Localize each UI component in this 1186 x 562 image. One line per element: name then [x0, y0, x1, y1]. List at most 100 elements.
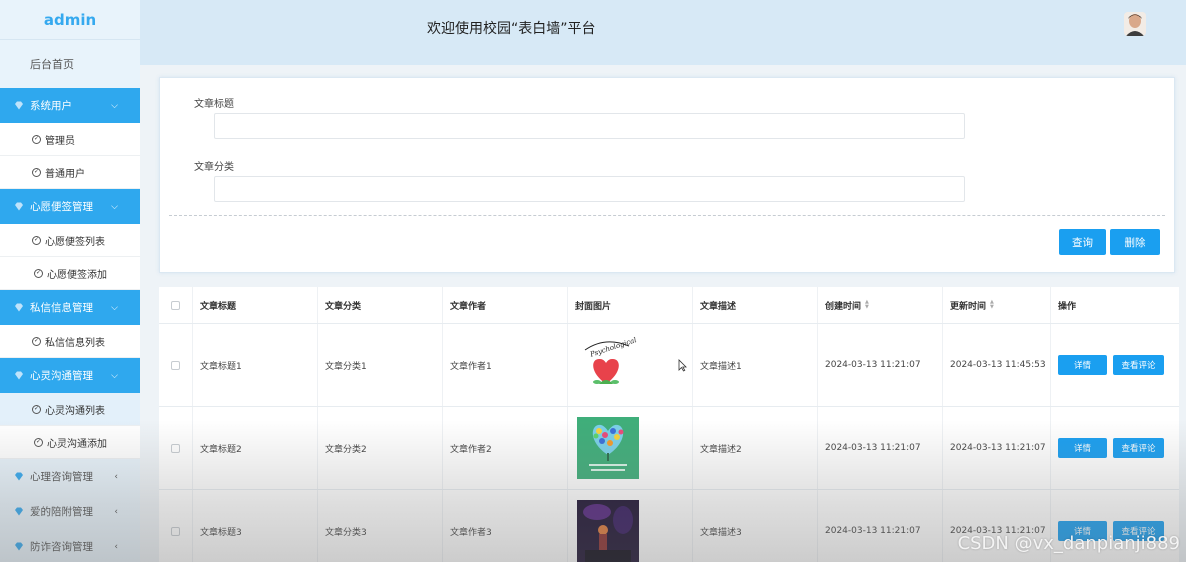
sidebar-item-label: 心愿便签添加	[47, 269, 107, 281]
sidebar-group-anti-fraud[interactable]: 防诈咨询管理 ‹	[0, 529, 140, 562]
avatar[interactable]	[1124, 12, 1146, 36]
diamond-icon	[14, 542, 24, 552]
detail-button[interactable]: 详情	[1058, 438, 1107, 458]
cover-image-heart-logo: Psychological	[575, 334, 637, 396]
mouse-cursor-icon	[678, 359, 687, 375]
row-checkbox-cell	[159, 407, 193, 489]
row-checkbox[interactable]	[171, 360, 180, 370]
sort-icon[interactable]: ▲ ▼	[990, 300, 994, 310]
divider	[169, 215, 1165, 216]
column-header: 文章描述	[693, 287, 818, 323]
sort-icon[interactable]: ▲ ▼	[865, 300, 869, 310]
cell-description: 文章描述1	[693, 324, 818, 406]
sidebar-group-counseling[interactable]: 心理咨询管理 ‹	[0, 459, 140, 494]
chevron-left-icon: ‹	[114, 541, 118, 552]
sidebar-group-label: 爱的陪附管理	[30, 506, 93, 518]
sidebar-item-label: 心灵沟通列表	[45, 405, 105, 417]
diamond-icon	[14, 507, 24, 517]
sidebar-group-label: 系统用户	[30, 100, 72, 112]
row-checkbox[interactable]	[171, 526, 180, 536]
cell-created: 2024-03-13 11:21:07	[818, 490, 943, 562]
table-header: 文章标题 文章分类 文章作者 封面图片 文章描述 创建时间 ▲ ▼ 更新时间 ▲ ▼ 操…	[159, 287, 1179, 324]
sidebar-item-talk-list[interactable]: ✓ 心灵沟通列表	[0, 393, 140, 426]
column-header-created[interactable]: 创建时间 ▲ ▼	[818, 287, 943, 323]
sidebar-item-message-list[interactable]: ✓ 私信信息列表	[0, 325, 140, 358]
cell-cover: Psychological	[568, 324, 693, 406]
title-search-input[interactable]	[214, 113, 965, 139]
cell-author: 文章作者1	[443, 324, 568, 406]
sidebar-item-admin[interactable]: ✓ 管理员	[0, 123, 140, 156]
cell-author: 文章作者3	[443, 490, 568, 562]
article-table: 文章标题 文章分类 文章作者 封面图片 文章描述 创建时间 ▲ ▼ 更新时间 ▲ ▼ 操…	[159, 287, 1179, 562]
chevron-down-icon: ⌵	[111, 370, 118, 381]
column-header-label: 创建时间	[825, 301, 862, 312]
detail-button[interactable]: 详情	[1058, 355, 1107, 375]
cell-created: 2024-03-13 11:21:07	[818, 324, 943, 406]
sidebar-group-label: 私信信息管理	[30, 302, 93, 314]
sidebar-item-home[interactable]: 后台首页	[0, 40, 140, 88]
sidebar-item-label: 心愿便签列表	[45, 236, 105, 248]
check-circle-icon: ✓	[34, 268, 43, 278]
sidebar-group-heart-talk[interactable]: 心灵沟通管理 ⌵	[0, 358, 140, 393]
column-header: 操作	[1058, 301, 1077, 312]
check-circle-icon: ✓	[32, 134, 41, 144]
diamond-icon	[14, 371, 24, 381]
brand-logo: admin	[0, 0, 140, 40]
sidebar-item-label: 普通用户	[45, 168, 85, 180]
cell-cover	[568, 407, 693, 489]
delete-button[interactable]: 删除	[1110, 229, 1160, 255]
select-all-checkbox[interactable]	[171, 300, 180, 310]
column-header-label: 更新时间	[950, 301, 987, 312]
cell-category: 文章分类3	[318, 490, 443, 562]
query-button[interactable]: 查询	[1059, 229, 1106, 255]
cell-title: 文章标题1	[193, 324, 318, 406]
sidebar-item-talk-add[interactable]: ✓ 心灵沟通添加	[0, 426, 140, 459]
check-circle-icon: ✓	[34, 437, 43, 447]
chevron-left-icon: ‹	[114, 471, 118, 482]
sidebar-group-system-users[interactable]: 系统用户 ⌵	[0, 88, 140, 123]
title-field-label: 文章标题	[194, 99, 234, 110]
diamond-icon	[14, 472, 24, 482]
column-header-updated[interactable]: 更新时间 ▲ ▼	[943, 287, 1051, 323]
cell-cover	[568, 490, 693, 562]
cover-image-green-heart-tree	[577, 417, 639, 479]
column-header: 文章标题	[193, 287, 318, 323]
sidebar-group-messages[interactable]: 私信信息管理 ⌵	[0, 290, 140, 325]
check-circle-icon: ✓	[32, 235, 41, 245]
cell-author: 文章作者2	[443, 407, 568, 489]
header-checkbox-cell	[159, 287, 193, 323]
sidebar-group-wish-notes[interactable]: 心愿便签管理 ⌵	[0, 189, 140, 224]
cell-category: 文章分类2	[318, 407, 443, 489]
check-circle-icon: ✓	[32, 404, 41, 414]
row-checkbox-cell	[159, 490, 193, 562]
watermark: CSDN @vx_danpianji889	[957, 533, 1180, 554]
sidebar-item-users[interactable]: ✓ 普通用户	[0, 156, 140, 189]
chevron-left-icon: ‹	[114, 506, 118, 517]
view-comments-button[interactable]: 查看评论	[1113, 355, 1164, 375]
table-row: 文章标题2 文章分类2 文章作者2 文章描述2 2024-03-13 11:21…	[159, 407, 1179, 490]
cell-title: 文章标题3	[193, 490, 318, 562]
sidebar-item-label: 管理员	[45, 135, 75, 147]
check-circle-icon: ✓	[32, 167, 41, 177]
sidebar-group-companion[interactable]: 爱的陪附管理 ‹	[0, 494, 140, 529]
sidebar-item-wish-list[interactable]: ✓ 心愿便签列表	[0, 224, 140, 257]
sidebar-group-label: 防诈咨询管理	[30, 541, 93, 553]
row-checkbox[interactable]	[171, 443, 180, 453]
top-header: 欢迎使用校园“表白墙”平台	[140, 0, 1186, 65]
sidebar: admin 后台首页 系统用户 ⌵ ✓ 管理员 ✓ 普通用户 心愿便签管理 ⌵ ✓ 心…	[0, 0, 140, 562]
sidebar-item-label: 心灵沟通添加	[47, 438, 107, 450]
table-row: 文章标题1 文章分类1 文章作者1 Psychological 文章描述1 20…	[159, 324, 1179, 407]
view-comments-button[interactable]: 查看评论	[1113, 438, 1164, 458]
sidebar-item-wish-add[interactable]: ✓ 心愿便签添加	[0, 257, 140, 290]
diamond-icon	[14, 202, 24, 212]
cover-image-dark-concert	[577, 500, 639, 562]
check-circle-icon: ✓	[32, 336, 41, 346]
cell-created: 2024-03-13 11:21:07	[818, 407, 943, 489]
sidebar-group-label: 心灵沟通管理	[30, 370, 93, 382]
cell-actions: 详情 查看评论	[1051, 407, 1179, 489]
chevron-down-icon: ⌵	[111, 100, 118, 111]
cell-description: 文章描述2	[693, 407, 818, 489]
sidebar-group-label: 心愿便签管理	[30, 201, 93, 213]
sidebar-item-label: 私信信息列表	[45, 337, 105, 349]
category-search-input[interactable]	[214, 176, 965, 202]
